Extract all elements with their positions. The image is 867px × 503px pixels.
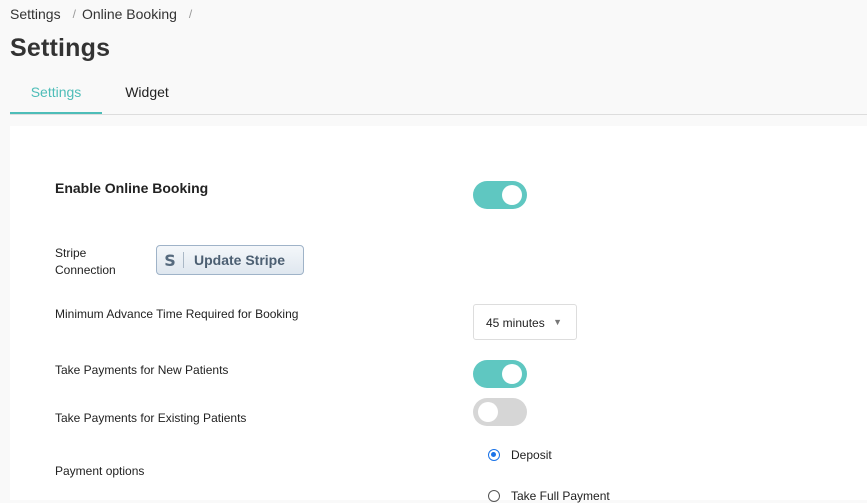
tab-widget[interactable]: Widget — [114, 84, 180, 114]
toggle-knob — [502, 185, 522, 205]
min-advance-time-label: Minimum Advance Time Required for Bookin… — [55, 307, 299, 321]
button-divider — [183, 252, 184, 268]
tab-settings[interactable]: Settings — [10, 84, 102, 114]
stripe-connection-label: Stripe Connection — [55, 245, 116, 279]
page-title: Settings — [10, 34, 111, 62]
min-advance-time-select[interactable]: 45 minutes ▼ — [473, 304, 577, 340]
stripe-label-line1: Stripe — [55, 246, 87, 260]
tab-bar: Settings Widget — [10, 84, 867, 115]
new-patients-payments-toggle[interactable] — [473, 360, 527, 388]
deposit-radio[interactable] — [488, 449, 500, 461]
update-stripe-button[interactable]: S Update Stripe — [156, 245, 304, 275]
online-booking-settings-panel: Enable Online Booking Stripe Connection … — [10, 126, 867, 503]
toggle-knob — [502, 364, 522, 384]
full-payment-radio-label[interactable]: Take Full Payment — [511, 489, 610, 503]
breadcrumb-settings[interactable]: Settings — [10, 6, 61, 22]
min-advance-time-value: 45 minutes — [486, 316, 545, 330]
stripe-s-icon: S — [164, 250, 176, 270]
caret-down-icon: ▼ — [553, 317, 562, 327]
update-stripe-label: Update Stripe — [194, 252, 286, 268]
breadcrumb-online-booking[interactable]: Online Booking — [82, 6, 177, 22]
breadcrumb-separator: / — [72, 7, 76, 21]
toggle-knob — [478, 402, 498, 422]
payment-options-label: Payment options — [55, 464, 145, 478]
enable-online-booking-toggle[interactable] — [473, 181, 527, 209]
stripe-label-line2: Connection — [55, 263, 116, 277]
breadcrumb: Settings / Online Booking / — [10, 6, 198, 22]
existing-patients-payments-label: Take Payments for Existing Patients — [55, 411, 247, 425]
enable-online-booking-label: Enable Online Booking — [55, 180, 209, 196]
new-patients-payments-label: Take Payments for New Patients — [55, 363, 229, 377]
deposit-radio-label[interactable]: Deposit — [511, 448, 552, 462]
full-payment-radio[interactable] — [488, 490, 500, 502]
existing-patients-payments-toggle[interactable] — [473, 398, 527, 426]
breadcrumb-separator: / — [188, 7, 193, 21]
